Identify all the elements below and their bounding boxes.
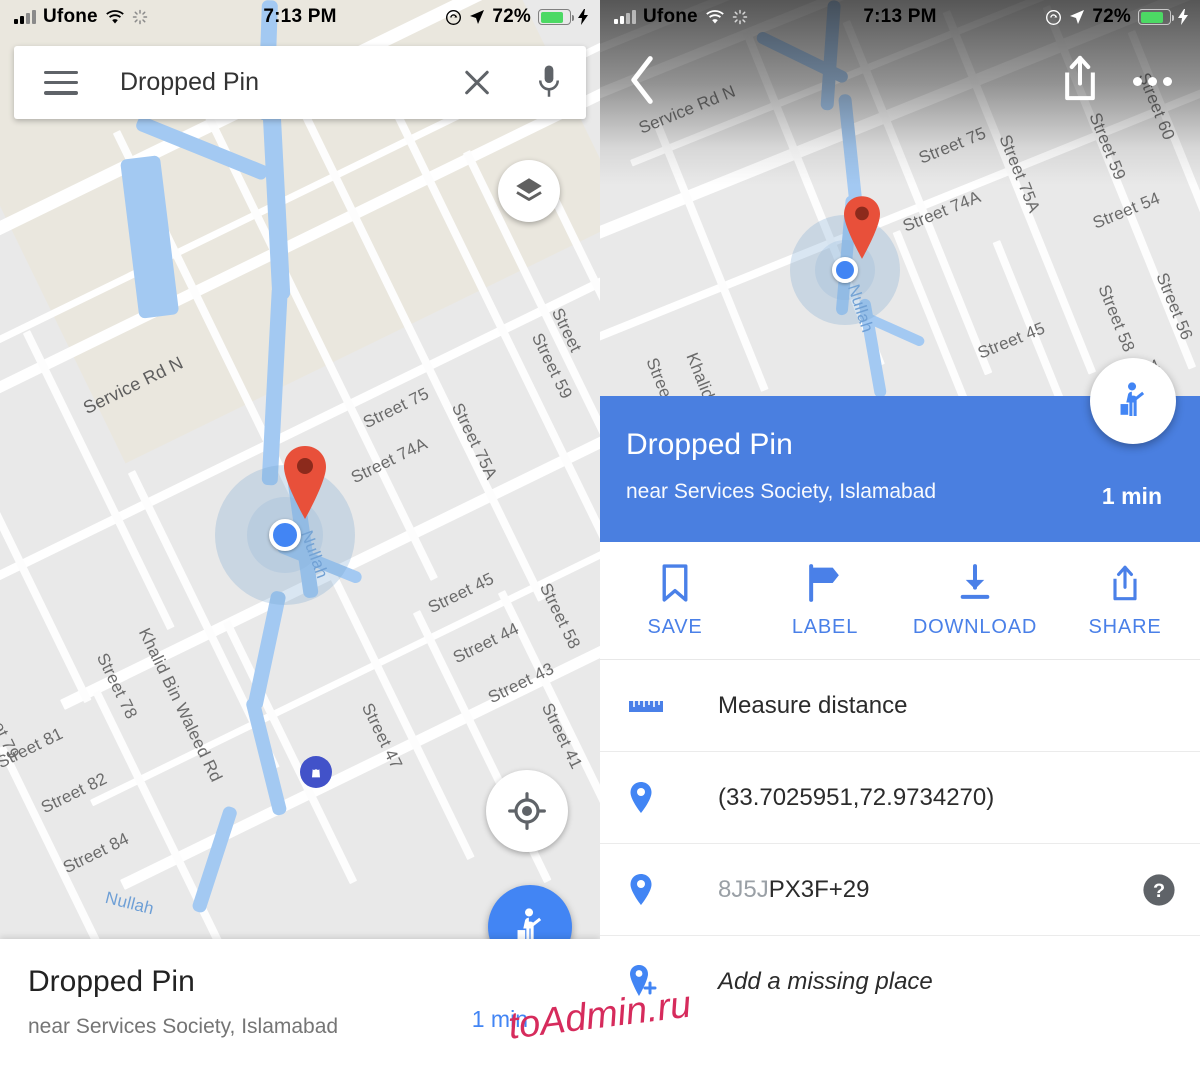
action-label: DOWNLOAD <box>912 615 1038 638</box>
battery-icon <box>1138 9 1174 25</box>
share-action-button[interactable]: SHARE <box>1050 563 1200 639</box>
status-bar-left-group: Ufone <box>0 6 230 28</box>
search-input[interactable]: Dropped Pin <box>78 68 460 97</box>
row-label: (33.7025951,72.9734270) <box>718 783 995 811</box>
plus-code-suffix: PX3F+29 <box>768 875 870 903</box>
share-icon <box>1065 55 1095 101</box>
microphone-icon[interactable] <box>534 63 564 103</box>
status-bar-right: Ufone 7:13 PM 72% <box>600 0 1200 34</box>
hamburger-menu-icon[interactable] <box>44 70 78 95</box>
action-label: LABEL <box>791 615 859 638</box>
place-bottom-sheet[interactable]: Dropped Pin near Services Society, Islam… <box>0 939 600 1067</box>
bookmark-icon <box>662 563 688 602</box>
close-icon[interactable] <box>460 66 494 100</box>
status-bar-right-group: 72% <box>370 6 600 28</box>
travel-time-label: 1 min <box>1101 483 1162 509</box>
battery-percent-label: 72% <box>1092 6 1131 27</box>
place-title: Dropped Pin <box>28 965 195 998</box>
rotation-lock-icon <box>446 9 462 25</box>
share-button[interactable] <box>1058 52 1114 110</box>
measure-distance-row[interactable]: Measure distance <box>600 660 1200 752</box>
status-bar-left-group: Ufone <box>600 6 830 28</box>
more-options-icon <box>1147 76 1157 86</box>
signal-icon <box>14 10 36 24</box>
plus-code-row[interactable]: 8J5JPX3F+29 ? <box>600 844 1200 936</box>
location-pin-icon <box>628 873 694 907</box>
more-options-icon <box>1132 76 1142 86</box>
right-detail-panel: Service Rd N Street 75 Street 74A Street… <box>600 0 1200 1067</box>
row-label-wrapper: 8J5JPX3F+29 <box>694 876 869 904</box>
clock-label: 7:13 PM <box>263 6 337 27</box>
ride-hailing-person-icon <box>1120 382 1145 416</box>
flag-icon <box>809 563 839 602</box>
detail-top-nav <box>600 46 1200 118</box>
place-title: Dropped Pin <box>626 428 793 461</box>
row-label: Measure distance <box>718 691 908 719</box>
activity-spinner-icon <box>732 9 748 25</box>
more-options-button[interactable] <box>1124 52 1180 110</box>
action-label: SAVE <box>647 615 703 638</box>
clock-label: 7:13 PM <box>863 6 937 27</box>
coordinates-row[interactable]: (33.7025951,72.9734270) <box>600 752 1200 844</box>
charging-bolt-icon <box>1178 9 1188 25</box>
location-pin-icon <box>628 781 694 815</box>
battery-icon <box>538 9 574 25</box>
charging-bolt-icon <box>578 9 588 25</box>
ride-services-fab[interactable] <box>1090 358 1176 444</box>
status-bar-right-group: 72% <box>970 6 1200 28</box>
download-icon <box>960 563 990 599</box>
carrier-label: Ufone <box>43 6 98 27</box>
status-bar-left: Ufone 7:13 PM 72% <box>0 0 600 34</box>
row-label: Add a missing place <box>718 968 933 995</box>
download-action-button[interactable]: DOWNLOAD <box>900 563 1050 639</box>
help-circle-icon[interactable]: ? <box>1142 873 1176 907</box>
label-action-button[interactable]: LABEL <box>750 563 900 639</box>
ruler-icon <box>628 696 694 716</box>
back-chevron-icon <box>631 56 653 104</box>
search-bar[interactable]: Dropped Pin <box>14 46 586 119</box>
back-button[interactable] <box>622 52 670 110</box>
activity-spinner-icon <box>132 9 148 25</box>
rotation-lock-icon <box>1046 9 1062 25</box>
carrier-label: Ufone <box>643 6 698 27</box>
signal-icon <box>614 10 636 24</box>
left-map-panel: Service Rd N Street 75 Street 74A Street… <box>0 0 600 1067</box>
share-icon <box>1113 565 1137 600</box>
svg-text:?: ? <box>1153 880 1165 902</box>
wifi-icon <box>706 9 724 23</box>
app-screenshot: Service Rd N Street 75 Street 74A Street… <box>0 0 1200 1067</box>
battery-percent-label: 72% <box>492 6 531 27</box>
location-arrow-icon <box>470 10 485 24</box>
location-arrow-icon <box>1070 10 1085 24</box>
current-location-group <box>215 446 365 605</box>
place-detail-list: SAVE LABEL DOWNLOAD SHARE Measure distan… <box>600 542 1200 1067</box>
dropped-pin-marker[interactable] <box>838 193 886 268</box>
dropped-pin-marker[interactable] <box>277 443 333 528</box>
place-subtitle: near Services Society, Islamabad <box>626 480 937 503</box>
wifi-icon <box>106 9 124 23</box>
save-action-button[interactable]: SAVE <box>600 563 750 639</box>
plus-code-prefix: 8J5J <box>718 875 769 903</box>
map-layers-button[interactable] <box>498 160 560 222</box>
current-location-group <box>790 196 920 335</box>
my-location-button[interactable] <box>486 770 568 852</box>
layers-icon <box>516 178 542 201</box>
quick-actions-row: SAVE LABEL DOWNLOAD SHARE <box>600 542 1200 660</box>
my-location-crosshair-icon <box>508 792 546 830</box>
more-options-icon <box>1162 76 1172 86</box>
shopping-bag-poi-icon[interactable] <box>300 756 332 788</box>
action-label: SHARE <box>1088 615 1162 638</box>
